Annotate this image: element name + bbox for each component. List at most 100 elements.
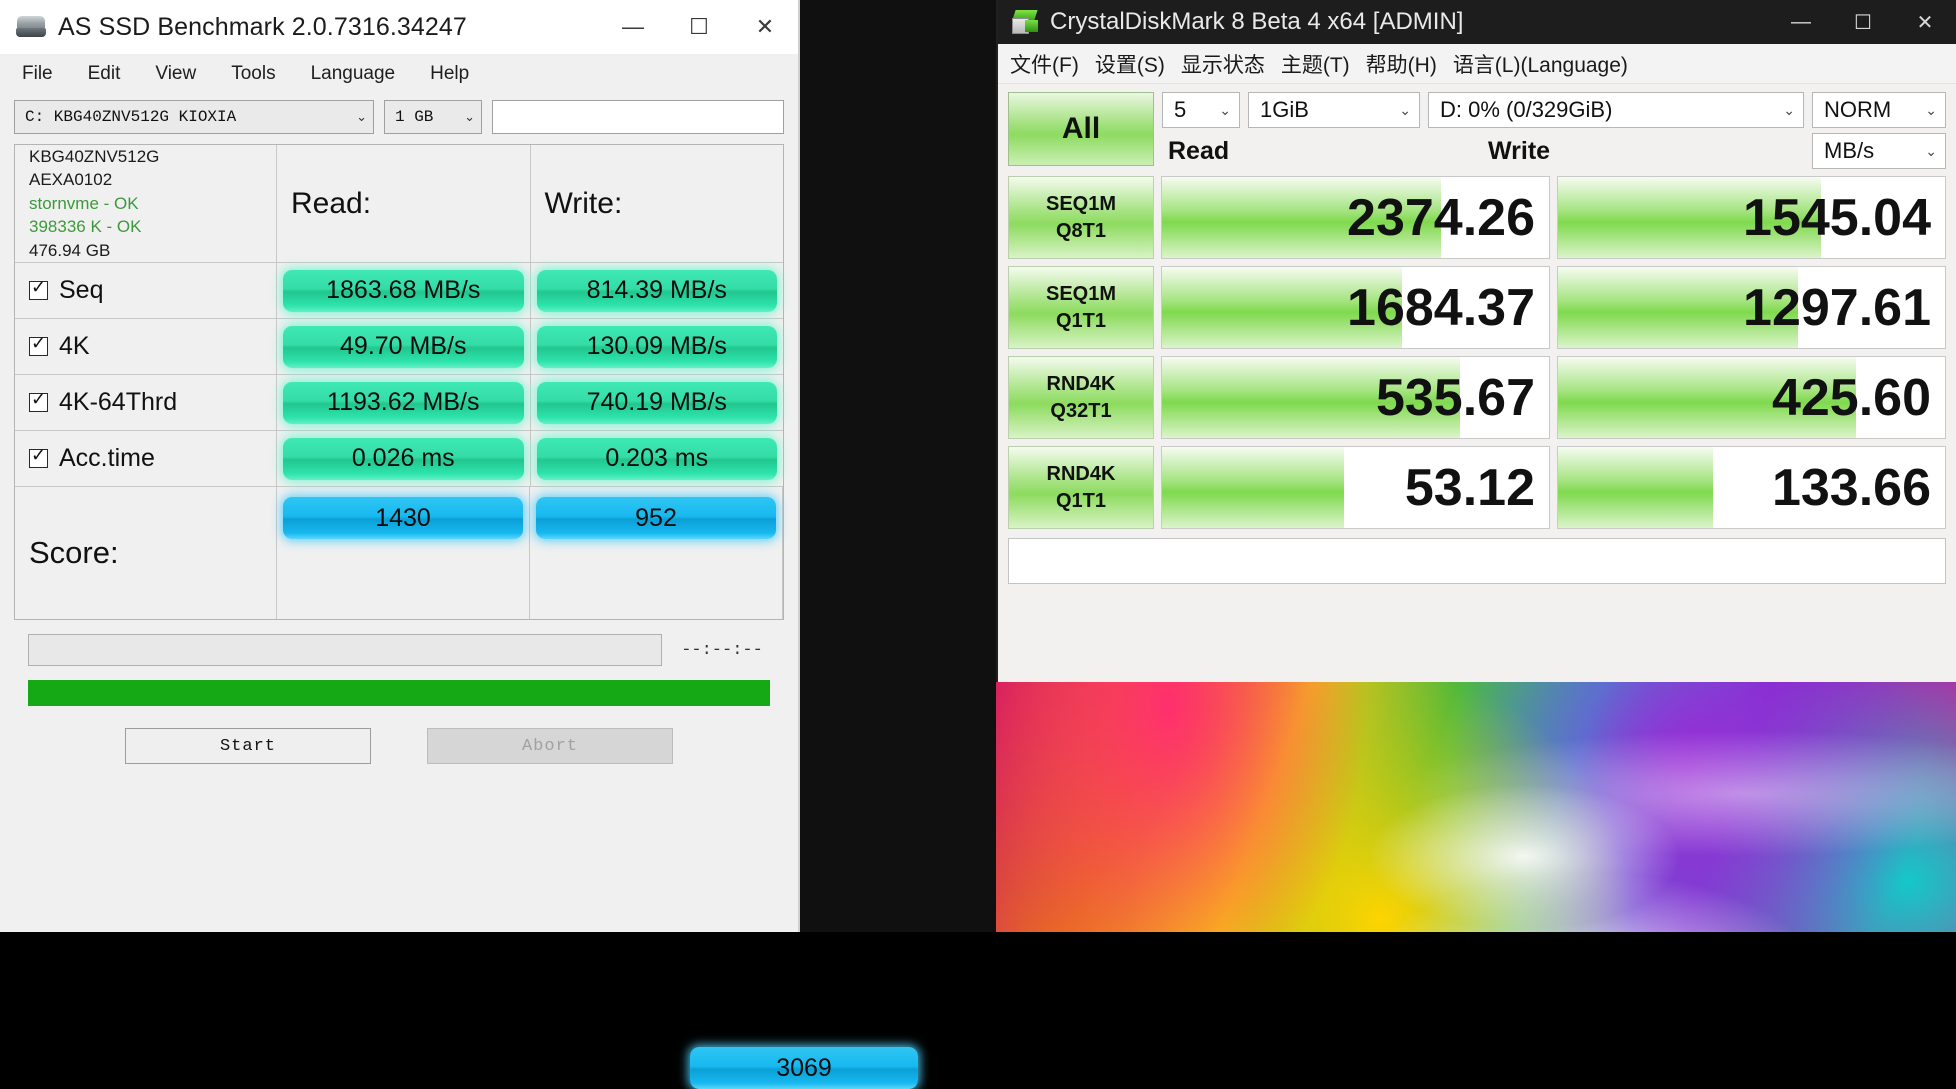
- menu-item-file[interactable]: File: [22, 63, 74, 85]
- drive-alignment-status: 398336 K - OK: [29, 217, 142, 237]
- seq-checkbox[interactable]: [29, 277, 48, 300]
- as-ssd-window-title: AS SSD Benchmark 2.0.7316.34247: [58, 12, 467, 41]
- maximize-icon[interactable]: ☐: [1832, 0, 1894, 44]
- unit-value: MB/s: [1824, 138, 1875, 163]
- rnd4k-q32t1-button[interactable]: RND4K Q32T1: [1008, 356, 1154, 439]
- table-row: 4K-64Thrd 1193.62 MB/s 740.19 MB/s: [15, 375, 783, 431]
- drive-select-value: C: KBG40ZNV512G KIOXIA: [25, 108, 237, 126]
- 4k-checkbox[interactable]: [29, 333, 48, 356]
- menu-item-language[interactable]: 语言(L)(Language): [1453, 49, 1628, 79]
- rnd4k-q1t1-read-cell: 53.12: [1161, 446, 1550, 529]
- test-name-line2: Q1T1: [1055, 309, 1107, 332]
- test-name-line1: RND4K: [1046, 372, 1116, 395]
- start-button[interactable]: Start: [125, 728, 371, 764]
- cdm-window-controls: — ☐ ✕: [1770, 0, 1956, 44]
- 4k-write-value: 130.09 MB/s: [536, 325, 777, 368]
- test-size-select[interactable]: 1 GB ⌄: [384, 100, 482, 134]
- seq1m-q8t1-read-cell: 2374.26: [1161, 176, 1550, 259]
- 4k-label: 4K: [59, 332, 90, 360]
- seq-write-cell: 814.39 MB/s: [531, 263, 784, 318]
- acctime-row-label-cell: Acc.time: [15, 431, 277, 486]
- menu-item-language[interactable]: Language: [311, 63, 417, 85]
- minimize-icon[interactable]: —: [600, 0, 666, 54]
- menu-item-view[interactable]: View: [155, 63, 217, 85]
- menu-item-tools[interactable]: Tools: [231, 63, 296, 85]
- seq1m-q8t1-button[interactable]: SEQ1M Q8T1: [1008, 176, 1154, 259]
- write-column-header-cell: Write:: [531, 145, 784, 262]
- rnd4k-q1t1-write-cell: 133.66: [1557, 446, 1946, 529]
- drive-info-cell: KBG40ZNV512G AEXA0102 stornvme - OK 3983…: [15, 145, 277, 262]
- menu-item-settings[interactable]: 设置(S): [1095, 49, 1165, 79]
- seq1m-q1t1-read-value: 1684.37: [1347, 278, 1535, 337]
- table-row: SEQ1M Q8T1 2374.26 1545.04: [1008, 176, 1946, 259]
- target-drive-select[interactable]: D: 0% (0/329GiB) ⌄: [1428, 92, 1804, 128]
- as-ssd-benchmark-window: AS SSD Benchmark 2.0.7316.34247 — ☐ ✕ Fi…: [0, 0, 918, 1089]
- unit-select[interactable]: MB/s ⌄: [1812, 133, 1946, 169]
- menu-item-file[interactable]: 文件(F): [1010, 49, 1079, 79]
- menu-item-help[interactable]: 帮助(H): [1366, 49, 1437, 79]
- write-column-header: Write:: [544, 186, 623, 220]
- name-input[interactable]: [492, 100, 784, 134]
- acctime-write-value: 0.203 ms: [536, 437, 777, 480]
- drive-model: KBG40ZNV512G: [29, 146, 160, 166]
- score-write-cell: 952: [530, 487, 783, 619]
- rnd4k-q1t1-write-value: 133.66: [1771, 458, 1931, 517]
- 4k64thrd-checkbox[interactable]: [29, 389, 48, 412]
- drive-firmware: AEXA0102: [29, 170, 113, 190]
- test-size-value: 1GiB: [1260, 97, 1309, 122]
- 4k-row-label-cell: 4K: [15, 319, 277, 374]
- 4k64thrd-read-value: 1193.62 MB/s: [283, 381, 524, 424]
- test-mode-value: NORM: [1824, 97, 1892, 122]
- read-column-header: Read: [1168, 136, 1230, 165]
- 4k64thrd-write-cell: 740.19 MB/s: [531, 375, 784, 430]
- acctime-checkbox[interactable]: [29, 445, 48, 468]
- crystaldiskmark-logo-icon: [1012, 9, 1040, 35]
- test-name-line1: SEQ1M: [1045, 282, 1117, 305]
- score-read-cell: 1430: [277, 487, 530, 619]
- close-icon[interactable]: ✕: [732, 0, 798, 54]
- abort-button: Abort: [427, 728, 673, 764]
- menu-item-status[interactable]: 显示状态: [1181, 49, 1265, 79]
- as-ssd-menu-bar: File Edit View Tools Language Help: [0, 54, 798, 94]
- test-count-select[interactable]: 5 ⌄: [1162, 92, 1240, 128]
- menu-item-theme[interactable]: 主题(T): [1281, 49, 1350, 79]
- close-icon[interactable]: ✕: [1894, 0, 1956, 44]
- drive-select[interactable]: C: KBG40ZNV512G KIOXIA ⌄: [14, 100, 374, 134]
- maximize-icon[interactable]: ☐: [666, 0, 732, 54]
- rnd4k-q1t1-button[interactable]: RND4K Q1T1: [1008, 446, 1154, 529]
- seq1m-q8t1-write-value: 1545.04: [1743, 188, 1931, 247]
- as-ssd-results-table: KBG40ZNV512G AEXA0102 stornvme - OK 3983…: [14, 144, 918, 1089]
- hard-disk-icon: [16, 16, 46, 38]
- run-all-button[interactable]: All: [1008, 92, 1154, 166]
- desktop-wallpaper: [996, 680, 1956, 932]
- table-row: 4K 49.70 MB/s 130.09 MB/s: [15, 319, 783, 375]
- chevron-down-icon: ⌄: [1783, 101, 1795, 118]
- status-progress-track: [28, 634, 662, 666]
- as-ssd-title-bar: AS SSD Benchmark 2.0.7316.34247 — ☐ ✕: [0, 0, 798, 54]
- 4k-write-cell: 130.09 MB/s: [531, 319, 784, 374]
- score-total-cell: 3069: [690, 1047, 930, 1089]
- score-label: Score:: [15, 487, 277, 619]
- as-ssd-selection-row: C: KBG40ZNV512G KIOXIA ⌄ 1 GB ⌄: [14, 100, 784, 134]
- action-button-row: Start Abort: [28, 728, 770, 764]
- rnd4k-q32t1-read-cell: 535.67: [1161, 356, 1550, 439]
- 4k-read-cell: 49.70 MB/s: [277, 319, 531, 374]
- test-name-line2: Q8T1: [1055, 219, 1107, 242]
- rnd4k-q1t1-read-value: 53.12: [1404, 458, 1535, 517]
- menu-item-edit[interactable]: Edit: [88, 63, 142, 85]
- chevron-down-icon: ⌄: [1925, 101, 1937, 118]
- seq1m-q1t1-button[interactable]: SEQ1M Q1T1: [1008, 266, 1154, 349]
- test-size-select[interactable]: 1GiB ⌄: [1248, 92, 1420, 128]
- menu-item-help[interactable]: Help: [430, 63, 490, 85]
- chevron-down-icon: ⌄: [1399, 101, 1411, 118]
- test-mode-select[interactable]: NORM ⌄: [1812, 92, 1946, 128]
- minimize-icon[interactable]: —: [1770, 0, 1832, 44]
- table-row: RND4K Q1T1 53.12 133.66: [1008, 446, 1946, 529]
- 4k64thrd-read-cell: 1193.62 MB/s: [277, 375, 531, 430]
- cdm-status-bar: [1008, 538, 1946, 584]
- seq-read-value: 1863.68 MB/s: [283, 269, 524, 312]
- crystaldiskmark-window: CrystalDiskMark 8 Beta 4 x64 [ADMIN] — ☐…: [996, 0, 1956, 682]
- as-ssd-body: C: KBG40ZNV512G KIOXIA ⌄ 1 GB ⌄ KBG40ZNV…: [0, 94, 918, 1089]
- write-bar: [1558, 447, 1713, 528]
- chevron-down-icon: ⌄: [1219, 101, 1231, 118]
